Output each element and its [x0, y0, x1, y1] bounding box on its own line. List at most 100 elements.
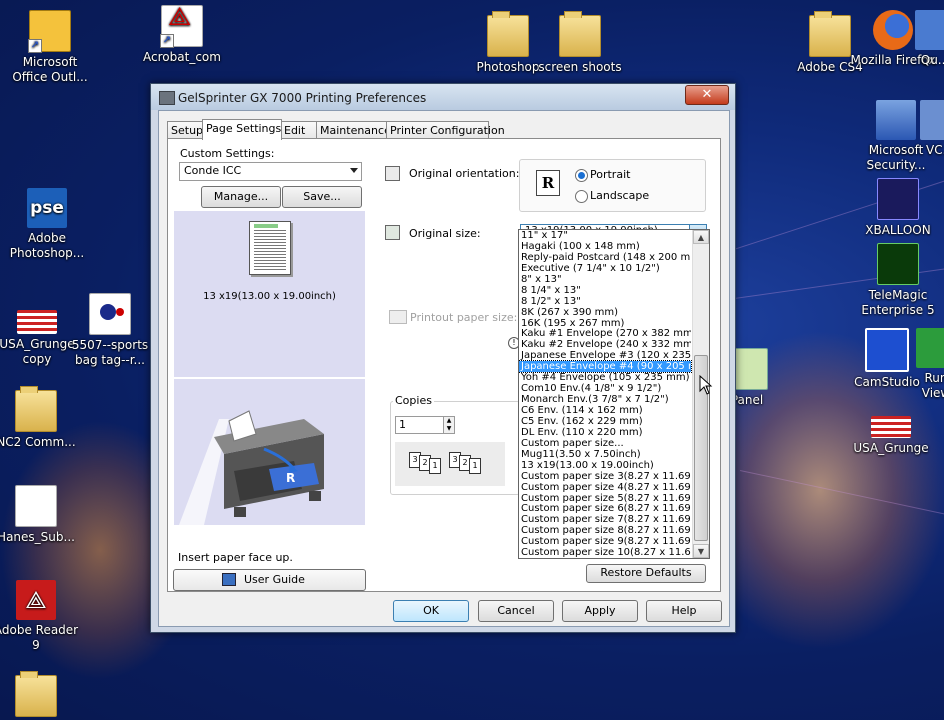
size-option[interactable]: Kaku #1 Envelope (270 x 382 mm)	[519, 328, 691, 339]
desktop-icon-hanes[interactable]: Hanes_Sub...	[0, 485, 81, 545]
desktop-icon-sports-bag[interactable]: 5507--sports bag tag--r...	[65, 293, 155, 368]
desktop-icon-outlook[interactable]: ↗ Microsoft Office Outl...	[5, 10, 95, 85]
size-option[interactable]: Custom paper size 7(8.27 x 11.69inch)	[519, 514, 691, 525]
ok-button[interactable]: OK	[393, 600, 469, 622]
printer-small-icon	[389, 310, 407, 324]
landscape-radio[interactable]	[575, 190, 588, 203]
user-guide-button[interactable]: User Guide	[173, 569, 366, 591]
page-thumbnail	[249, 221, 291, 275]
custom-settings-select[interactable]: Conde ICC	[179, 162, 362, 181]
original-size-dropdown-list[interactable]: 11" x 17" Hagaki (100 x 148 mm) Reply-paid…	[518, 229, 710, 559]
tab-edit[interactable]: Edit	[280, 121, 318, 139]
size-option[interactable]: 8K (267 x 390 mm)	[519, 307, 691, 318]
title-bar[interactable]: GelSprinter GX 7000 Printing Preferences…	[151, 84, 735, 110]
pdf-icon: ⟁ ↗	[160, 4, 203, 48]
svg-text:R: R	[286, 471, 295, 485]
tab-printer-configuration[interactable]: Printer Configuration	[386, 121, 505, 139]
size-option[interactable]: Monarch Env.(3 7/8" x 7 1/2")	[519, 394, 691, 405]
desktop-icon-folder-bottom[interactable]	[0, 671, 81, 720]
outlook-icon: ↗	[28, 10, 71, 53]
collate-preview: 3 2 1 3 2 1	[395, 442, 505, 486]
size-option[interactable]: 8 1/4" x 13"	[519, 285, 691, 296]
portrait-radio[interactable]	[575, 169, 588, 182]
desktop-icon-acrobat[interactable]: ⟁ ↗ Acrobat_com	[137, 4, 227, 65]
flag-icon	[871, 416, 911, 438]
desktop-icon-telemagic[interactable]: TeleMagic Enterprise 5	[853, 243, 943, 318]
size-option[interactable]: 13 x19(13.00 x 19.00inch)	[519, 460, 691, 471]
size-option[interactable]: Japanese Envelope #4 (90 x 205 mm)	[519, 360, 692, 374]
desktop-icon-xballoon[interactable]: XBALLOON	[853, 178, 943, 238]
printer-illustration-icon: R	[179, 410, 324, 525]
portrait-label[interactable]: Portrait	[590, 168, 630, 181]
scroll-down-icon[interactable]: ▼	[693, 544, 709, 558]
desktop-icon-run-view[interactable]: Run View	[916, 328, 944, 401]
size-option[interactable]: 8 1/2" x 13"	[519, 296, 691, 307]
scroll-up-icon[interactable]: ▲	[693, 230, 709, 244]
desktop-icon-qu[interactable]: Qu...	[915, 10, 944, 68]
size-option[interactable]: Executive (7 1/4" x 10 1/2")	[519, 263, 691, 274]
size-option[interactable]: C5 Env. (162 x 229 mm)	[519, 416, 691, 427]
printout-paper-size-label: Printout paper size:	[410, 311, 518, 324]
app-icon	[865, 328, 909, 372]
app-icon	[877, 178, 919, 220]
desktop-icon-adobe-reader[interactable]: ⟁ Adobe Reader 9	[0, 580, 81, 653]
size-option[interactable]: Custom paper size 5(8.27 x 11.69inch)	[519, 493, 691, 504]
book-icon	[222, 573, 236, 586]
close-button[interactable]: ✕	[685, 85, 729, 105]
copies-input[interactable]: 1	[395, 416, 445, 434]
size-option[interactable]: Mug11(3.50 x 7.50inch)	[519, 449, 691, 460]
app-icon	[916, 328, 944, 368]
landscape-label[interactable]: Landscape	[590, 189, 649, 202]
size-option[interactable]: Yoh #4 Envelope (105 x 235 mm)	[519, 372, 691, 383]
cancel-button[interactable]: Cancel	[478, 600, 554, 622]
insert-paper-label: Insert paper face up.	[178, 551, 293, 564]
size-option[interactable]: Hagaki (100 x 148 mm)	[519, 241, 691, 252]
orientation-label: Original orientation:	[409, 167, 520, 180]
size-option[interactable]: DL Env. (110 x 220 mm)	[519, 427, 691, 438]
flag-icon	[17, 310, 57, 334]
paper-size-icon	[385, 225, 400, 240]
apply-button[interactable]: Apply	[562, 600, 638, 622]
copies-spinner[interactable]: ▲ ▼	[443, 416, 455, 434]
size-option[interactable]: Custom paper size...	[519, 438, 691, 449]
desktop-icon-nc2[interactable]: NC2 Comm...	[0, 386, 81, 450]
orientation-group: R Portrait Landscape	[519, 159, 706, 212]
app-icon	[915, 10, 944, 50]
desktop-icon-vc[interactable]: VC...	[920, 100, 944, 158]
size-option[interactable]: Reply-paid Postcard (148 x 200 mm)	[519, 252, 691, 263]
size-option[interactable]: Custom paper size 8(8.27 x 11.69inch)	[519, 525, 691, 536]
size-option[interactable]: 11" x 17"	[519, 230, 691, 241]
app-icon	[920, 100, 944, 140]
size-options: 11" x 17" Hagaki (100 x 148 mm) Reply-paid…	[519, 230, 692, 558]
size-option[interactable]: Custom paper size 6(8.27 x 11.69inch)	[519, 503, 691, 514]
size-option[interactable]: Japanese Envelope #3 (120 x 235 mm)	[519, 350, 691, 361]
printer-preview: R	[174, 379, 365, 525]
manage-button[interactable]: Manage...	[201, 186, 281, 208]
save-button[interactable]: Save...	[282, 186, 362, 208]
size-option[interactable]: Custom paper size 4(8.27 x 11.69inch)	[519, 482, 691, 493]
desktop-icon-usa-grunge[interactable]: USA_Grunge	[846, 408, 936, 456]
tab-setup[interactable]: Setup	[167, 121, 205, 139]
size-option[interactable]: Custom paper size 3(8.27 x 11.69inch)	[519, 471, 691, 482]
orientation-icon	[385, 166, 400, 181]
size-option[interactable]: 16K (195 x 267 mm)	[519, 318, 691, 329]
copies-label: Copies	[393, 394, 434, 407]
size-option[interactable]: 8" x 13"	[519, 274, 691, 285]
app-icon	[877, 243, 919, 285]
desktop-icon-adobe-photoshop[interactable]: pse Adobe Photoshop...	[2, 188, 92, 261]
tab-page-settings[interactable]: Page Settings	[202, 119, 282, 140]
pdf-icon: ⟁	[16, 580, 56, 620]
size-option[interactable]: Kaku #2 Envelope (240 x 332 mm)	[519, 339, 691, 350]
size-option[interactable]: C6 Env. (114 x 162 mm)	[519, 405, 691, 416]
castle-icon	[876, 100, 916, 140]
size-option[interactable]: Com10 Env.(4 1/8" x 9 1/2")	[519, 383, 691, 394]
user-guide-label: User Guide	[244, 573, 305, 586]
dialog-title: GelSprinter GX 7000 Printing Preferences	[178, 91, 427, 105]
desktop-icon-screen-shoots[interactable]: screen shoots	[535, 11, 625, 75]
doc-icon	[15, 485, 57, 527]
help-button[interactable]: Help	[646, 600, 722, 622]
size-option[interactable]: Custom paper size 10(8.27 x 11.69inch)	[519, 547, 691, 558]
restore-defaults-button[interactable]: Restore Defaults	[586, 564, 706, 583]
tab-maintenance[interactable]: Maintenance	[316, 121, 391, 139]
size-option[interactable]: Custom paper size 9(8.27 x 11.69inch)	[519, 536, 691, 547]
